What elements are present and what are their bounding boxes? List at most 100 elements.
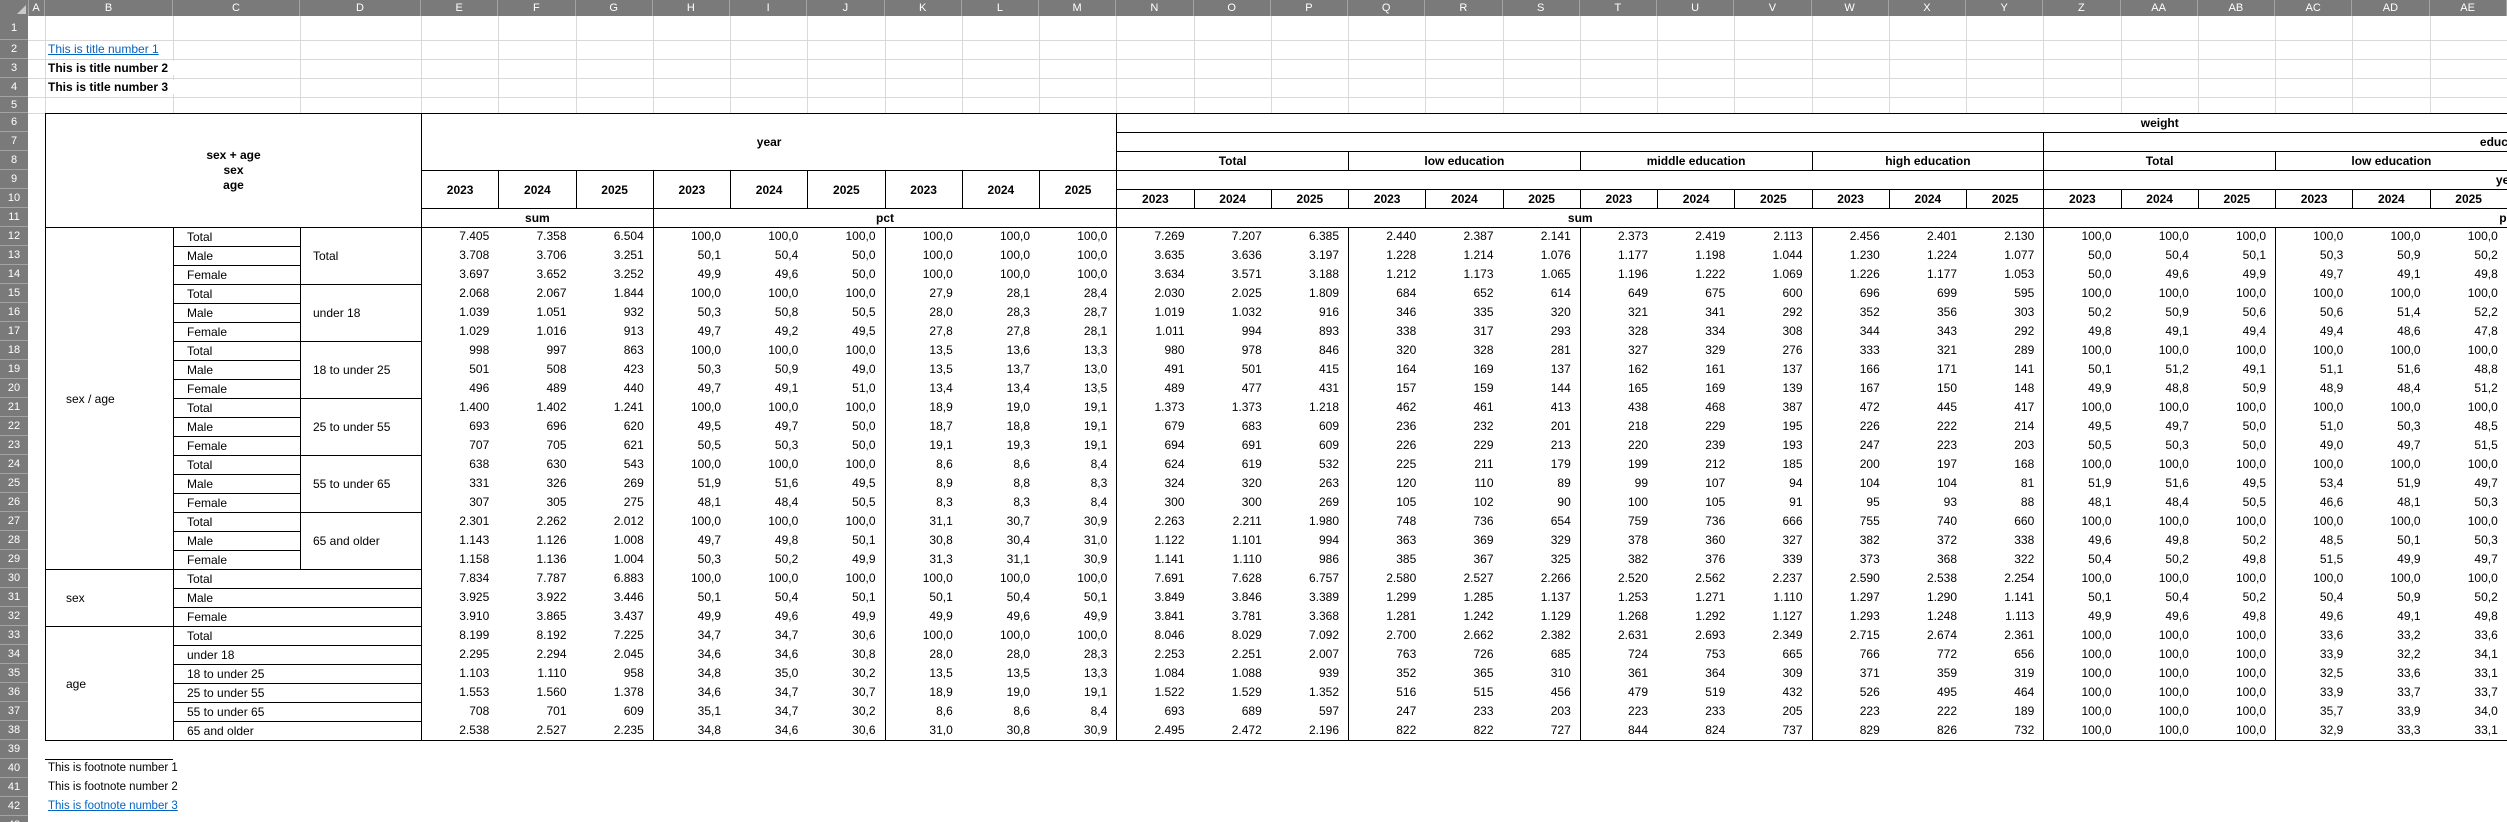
data-cell[interactable]: 8,4: [1039, 455, 1116, 474]
data-cell[interactable]: 48,4: [2352, 379, 2429, 398]
data-cell[interactable]: 141: [1966, 360, 2043, 379]
data-cell[interactable]: 50,0: [807, 417, 884, 436]
data-cell[interactable]: 171: [1889, 360, 1966, 379]
year-cell[interactable]: 2025: [1271, 189, 1348, 208]
data-cell[interactable]: 3.197: [1271, 246, 1348, 265]
data-cell[interactable]: 456: [1503, 683, 1580, 702]
data-cell[interactable]: 100,0: [2430, 398, 2507, 417]
row-header-8[interactable]: 8: [0, 151, 28, 170]
data-cell[interactable]: 7.269: [1116, 227, 1193, 246]
data-cell[interactable]: 100,0: [730, 512, 807, 531]
data-cell[interactable]: 50,2: [2198, 531, 2275, 550]
data-cell[interactable]: 197: [1889, 455, 1966, 474]
data-cell[interactable]: 100,0: [807, 398, 884, 417]
data-cell[interactable]: 3.389: [1271, 588, 1348, 607]
data-cell[interactable]: 179: [1503, 455, 1580, 474]
data-cell[interactable]: 223: [1812, 702, 1889, 721]
data-cell[interactable]: 2.495: [1116, 721, 1193, 740]
data-cell[interactable]: 49,0: [807, 360, 884, 379]
data-cell[interactable]: 51,1: [2275, 360, 2352, 379]
data-cell[interactable]: 49,7: [653, 531, 730, 550]
data-cell[interactable]: 339: [1734, 550, 1811, 569]
data-cell[interactable]: 49,0: [2275, 436, 2352, 455]
data-cell[interactable]: 382: [1812, 531, 1889, 550]
column-header-Y[interactable]: Y: [1966, 0, 2043, 16]
data-cell[interactable]: 33,3: [2352, 721, 2429, 740]
data-cell[interactable]: 8,3: [885, 493, 962, 512]
column-header-X[interactable]: X: [1889, 0, 1966, 16]
data-cell[interactable]: 8,6: [962, 702, 1039, 721]
data-cell[interactable]: 694: [1116, 436, 1193, 455]
data-cell[interactable]: 34,1: [2430, 645, 2507, 664]
year-cell[interactable]: 2024: [2352, 189, 2429, 208]
year-cell[interactable]: 2023: [1116, 189, 1193, 208]
data-cell[interactable]: 51,2: [2430, 379, 2507, 398]
data-cell[interactable]: 100,0: [2430, 569, 2507, 588]
row-header-25[interactable]: 25: [0, 474, 28, 493]
row-header-33[interactable]: 33: [0, 626, 28, 645]
row-label[interactable]: Male: [173, 474, 300, 493]
data-cell[interactable]: 31,3: [885, 550, 962, 569]
pct-header-right[interactable]: pct: [2043, 208, 2507, 227]
row-header-30[interactable]: 30: [0, 569, 28, 588]
data-cell[interactable]: 1.214: [1425, 246, 1502, 265]
data-cell[interactable]: 28,0: [885, 645, 962, 664]
data-cell[interactable]: 308: [1734, 322, 1811, 341]
data-cell[interactable]: 328: [1580, 322, 1657, 341]
data-cell[interactable]: 27,8: [962, 322, 1039, 341]
data-cell[interactable]: 30,8: [962, 721, 1039, 740]
data-cell[interactable]: 49,7: [2430, 550, 2507, 569]
data-cell[interactable]: 7.628: [1194, 569, 1271, 588]
column-header-G[interactable]: G: [576, 0, 653, 16]
data-cell[interactable]: 2.419: [1657, 227, 1734, 246]
data-cell[interactable]: 164: [1348, 360, 1425, 379]
data-cell[interactable]: 100,0: [2352, 569, 2429, 588]
data-cell[interactable]: 1.292: [1657, 607, 1734, 626]
data-cell[interactable]: 49,9: [807, 607, 884, 626]
data-cell[interactable]: 6.883: [576, 569, 653, 588]
data-cell[interactable]: 638: [421, 455, 498, 474]
data-cell[interactable]: 8,4: [1039, 702, 1116, 721]
column-header-AD[interactable]: AD: [2352, 0, 2429, 16]
data-cell[interactable]: 2.025: [1194, 284, 1271, 303]
data-cell[interactable]: 51,4: [2352, 303, 2429, 322]
data-cell[interactable]: 2.141: [1503, 227, 1580, 246]
data-cell[interactable]: 1.248: [1889, 607, 1966, 626]
education-group-header[interactable]: low education: [1348, 151, 1580, 170]
data-cell[interactable]: 100,0: [2198, 645, 2275, 664]
data-cell[interactable]: 100,0: [2430, 512, 2507, 531]
data-cell[interactable]: 13,3: [1039, 664, 1116, 683]
data-cell[interactable]: 491: [1116, 360, 1193, 379]
data-cell[interactable]: 50,1: [653, 588, 730, 607]
data-cell[interactable]: 100,0: [2198, 702, 2275, 721]
data-cell[interactable]: 13,5: [885, 664, 962, 683]
data-cell[interactable]: 100,0: [1039, 265, 1116, 284]
data-cell[interactable]: 376: [1657, 550, 1734, 569]
data-cell[interactable]: 212: [1657, 455, 1734, 474]
data-cell[interactable]: 3.634: [1116, 265, 1193, 284]
data-cell[interactable]: 1.016: [498, 322, 575, 341]
data-cell[interactable]: 100,0: [730, 227, 807, 246]
data-cell[interactable]: 100,0: [2121, 645, 2198, 664]
data-cell[interactable]: 49,7: [2430, 474, 2507, 493]
data-cell[interactable]: 1.137: [1503, 588, 1580, 607]
data-cell[interactable]: 1.032: [1194, 303, 1271, 322]
data-cell[interactable]: 1.113: [1966, 607, 2043, 626]
data-cell[interactable]: 50,1: [1039, 588, 1116, 607]
data-cell[interactable]: 100,0: [2275, 398, 2352, 417]
data-cell[interactable]: 665: [1734, 645, 1811, 664]
data-cell[interactable]: 100,0: [1039, 227, 1116, 246]
data-cell[interactable]: 344: [1812, 322, 1889, 341]
data-cell[interactable]: 708: [421, 702, 498, 721]
data-cell[interactable]: 305: [498, 493, 575, 512]
row-header-39[interactable]: 39: [0, 740, 28, 759]
data-cell[interactable]: 495: [1889, 683, 1966, 702]
data-cell[interactable]: 13,5: [1039, 379, 1116, 398]
data-cell[interactable]: 50,3: [2275, 246, 2352, 265]
data-cell[interactable]: 32,5: [2275, 664, 2352, 683]
data-cell[interactable]: 1.522: [1116, 683, 1193, 702]
data-cell[interactable]: 707: [421, 436, 498, 455]
data-cell[interactable]: 3.925: [421, 588, 498, 607]
data-cell[interactable]: 100,0: [2198, 341, 2275, 360]
data-cell[interactable]: 28,3: [962, 303, 1039, 322]
